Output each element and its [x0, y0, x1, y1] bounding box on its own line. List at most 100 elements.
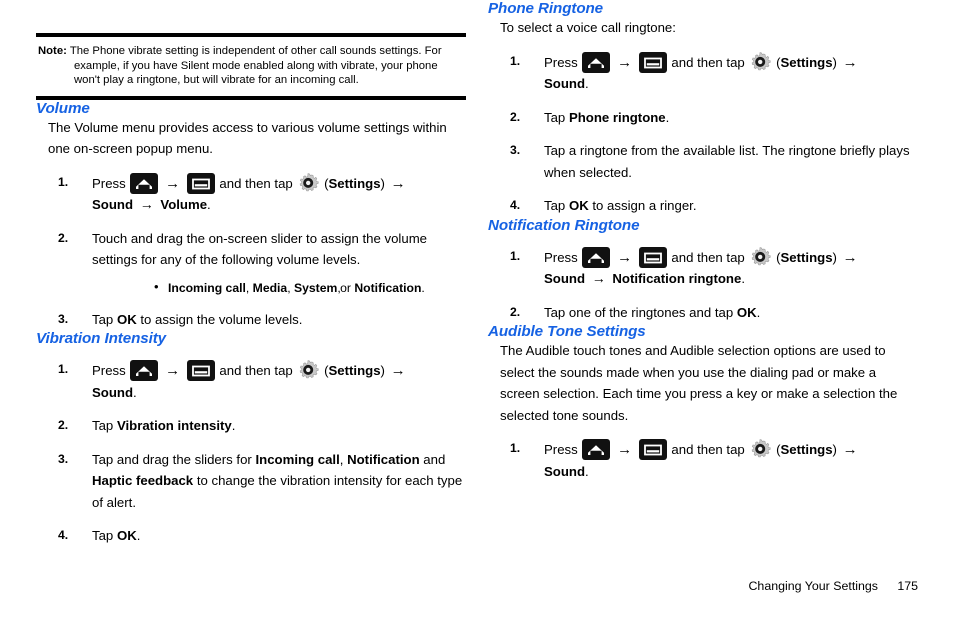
home-icon[interactable] [582, 51, 611, 73]
step-pre-text: Tap [92, 311, 117, 327]
step-tap-label: and then tap [219, 363, 293, 379]
settings-paren-close: ) [832, 249, 837, 265]
home-icon[interactable] [582, 246, 611, 268]
step-number: 2. [510, 304, 521, 319]
section-heading-audible-tone-settings: Audible Tone Settings [488, 323, 646, 340]
step-pre-text: Tap [544, 109, 569, 125]
footer-chapter-title: Changing Your Settings [748, 579, 878, 593]
step-pre-text: Tap [544, 198, 569, 213]
section-heading-vibration-intensity: Vibration Intensity [36, 330, 167, 348]
step-tap-label: and then tap [671, 249, 745, 265]
section-heading-notification-ringtone: Notification Ringtone [488, 216, 640, 234]
step-press-label: Press [544, 442, 578, 457]
step-pre-text: Tap [92, 418, 117, 434]
menu-icon[interactable] [638, 246, 667, 268]
step-trail-bold-sound: Sound [544, 76, 586, 91]
step-trail-bold-volume: Volume [160, 197, 208, 213]
arrow-icon: → [617, 441, 633, 458]
step-number: 1. [510, 441, 521, 455]
volume-level-notification: Notification [354, 280, 422, 295]
vibration-steps-list: 1. Press → and then tap (Settings) → Sou… [36, 359, 466, 547]
settings-word: Settings [328, 175, 381, 191]
volume-steps-list: 1. Press → and then tap (Settings) → Sou… [36, 172, 466, 331]
settings-gear-icon[interactable] [749, 438, 771, 460]
volume-level-incoming-call: Incoming call [168, 280, 246, 295]
step-seg-1: Tap and drag the sliders for [92, 451, 256, 467]
phone-ringtone-step-4: 4. Tap OK to assign a ringer. [488, 195, 918, 217]
step-trail-period: . [741, 271, 745, 286]
volume-levels-bullets: • Incoming call, Media, System, or Notif… [92, 278, 466, 298]
arrow-icon: → [842, 248, 858, 266]
note-label: Note: [38, 45, 67, 57]
end-period: . [421, 280, 425, 295]
right-column: Phone Ringtone To select a voice call ri… [488, 0, 918, 636]
menu-icon[interactable] [638, 439, 667, 460]
step-text: Touch and drag the on-screen slider to a… [92, 230, 428, 268]
home-icon[interactable] [582, 439, 611, 460]
note-box: Note: The Phone vibrate setting is indep… [36, 33, 466, 100]
volume-step-2: 2. Touch and drag the on-screen slider t… [36, 228, 466, 298]
step-tap-label: and then tap [671, 442, 745, 457]
menu-icon[interactable] [638, 51, 667, 73]
step-number: 2. [58, 418, 69, 433]
section-heading-phone-ringtone: Phone Ringtone [488, 0, 604, 17]
vibration-step-1: 1. Press → and then tap (Settings) → Sou… [36, 359, 466, 403]
settings-paren-close: ) [380, 175, 385, 191]
notification-ringtone-step-1: 1. Press → and then tap (Settings) → Sou… [488, 246, 918, 290]
phone-ringtone-steps-list: 1. Press → and then tap (Settings) → Sou… [488, 51, 918, 217]
audible-tone-step-1: 1. Press → and then tap (Settings) → Sou… [488, 438, 918, 482]
bullet-dot-icon: • [154, 278, 159, 294]
step-number: 1. [58, 362, 69, 377]
step-seg-2: , [339, 451, 348, 467]
volume-intro-paragraph: The Volume menu provides access to vario… [48, 119, 447, 157]
settings-gear-icon[interactable] [297, 172, 319, 194]
settings-gear-icon[interactable] [297, 359, 319, 381]
volume-levels-bullet-item: • Incoming call, Media, System, or Notif… [92, 278, 466, 298]
step-trail-bold-sound: Sound [544, 271, 586, 286]
step-text: Tap a ringtone from the available list. … [544, 143, 910, 180]
arrow-icon: → [139, 196, 154, 213]
settings-word: Settings [780, 54, 833, 70]
ok-button-ref: OK [568, 198, 589, 213]
step-number: 3. [58, 451, 69, 466]
step-trail-bold-sound: Sound [92, 197, 134, 213]
arrow-icon: → [617, 53, 633, 71]
home-icon[interactable] [130, 172, 159, 194]
sep: , [245, 280, 253, 295]
step-post-text: . [231, 418, 236, 434]
step-number: 1. [510, 53, 521, 68]
phone-ringtone-step-3: 3. Tap a ringtone from the available list… [488, 140, 918, 183]
step-tap-label: and then tap [671, 54, 745, 70]
note-body-text: The Phone vibrate setting is independent… [69, 45, 442, 87]
home-icon[interactable] [130, 360, 159, 382]
settings-gear-icon[interactable] [749, 51, 771, 73]
step-pre-text: Tap one of the ringtones and tap [544, 304, 737, 320]
menu-icon[interactable] [186, 172, 215, 194]
step-post-text: to assign a ringer. [588, 198, 697, 213]
step-post-text: . [136, 528, 141, 544]
phone-ringtone-intro: To select a voice call ringtone: [500, 20, 676, 35]
footer-page-number: 175 [897, 579, 918, 593]
settings-paren-close: ) [380, 363, 385, 379]
step-press-label: Press [544, 54, 578, 70]
menu-icon[interactable] [186, 360, 215, 382]
arrow-icon: → [165, 174, 181, 192]
notification-ringtone-step-2: 2. Tap one of the ringtones and tap OK. [488, 302, 918, 324]
settings-word: Settings [328, 363, 381, 379]
step-number: 1. [58, 174, 69, 189]
arrow-icon: → [165, 362, 181, 380]
ok-button-ref: OK [116, 528, 137, 544]
settings-gear-icon[interactable] [749, 246, 771, 268]
phone-ringtone-ref: Phone ringtone [568, 109, 666, 125]
step-number: 3. [58, 311, 69, 326]
step-number: 3. [510, 143, 521, 157]
arrow-icon: → [617, 248, 633, 266]
phone-ringtone-step-1: 1. Press → and then tap (Settings) → Sou… [488, 51, 918, 95]
ok-button-ref: OK [736, 304, 757, 320]
step-number: 4. [58, 528, 69, 543]
vibration-step-3: 3. Tap and drag the sliders for Incoming … [36, 449, 466, 514]
step-post-text: to assign the volume levels. [136, 311, 303, 327]
ok-button-ref: OK [116, 311, 137, 327]
volume-step-3: 3. Tap OK to assign the volume levels. [36, 309, 466, 331]
volume-level-system: System [294, 280, 338, 295]
